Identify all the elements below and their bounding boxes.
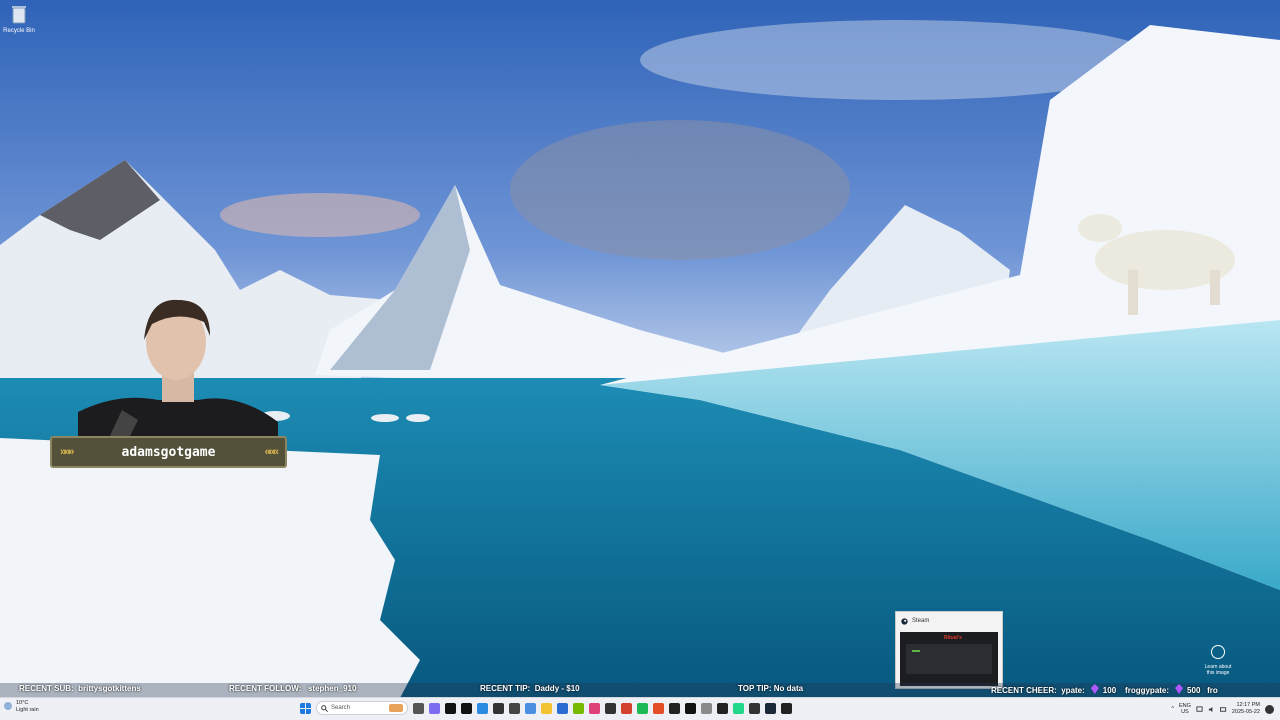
app2-icon[interactable]	[589, 702, 600, 714]
cheer-trailing: fro	[1207, 686, 1218, 695]
chevron-up-icon[interactable]: ^	[1171, 706, 1174, 712]
app5-icon[interactable]	[669, 702, 680, 714]
nvidia-icon[interactable]	[573, 702, 584, 714]
task-view-icon[interactable]	[413, 702, 424, 714]
taskbar-pinned-apps: Search	[300, 701, 792, 715]
recent-tip-value: Daddy - $10	[534, 684, 580, 693]
file-explorer-icon[interactable]	[541, 702, 552, 714]
camera-icon	[1211, 645, 1225, 659]
weather-temp: 10°C	[16, 700, 29, 706]
notification-icon[interactable]	[1265, 704, 1274, 714]
chrome-icon[interactable]	[653, 702, 664, 714]
recent-cheer: RECENT CHEER: ypate: 100 froggypate: 500 f…	[991, 684, 1218, 695]
pycharm-icon[interactable]	[733, 702, 744, 714]
cheer-amount: 100	[1102, 686, 1117, 695]
tiktok-icon[interactable]	[445, 702, 456, 714]
language-bottom: US	[1181, 709, 1189, 715]
webcam-feed	[78, 299, 278, 440]
app-icon[interactable]	[509, 702, 520, 714]
photos-icon[interactable]	[525, 702, 536, 714]
clock-date: 2025-05-22	[1231, 709, 1260, 715]
chevron-left-icon: «««	[264, 446, 279, 458]
app4-icon[interactable]	[621, 702, 632, 714]
chevron-right-icon: »»»	[60, 446, 74, 458]
preview-text: Ritual's	[944, 635, 962, 641]
steam-preview-header: Steam	[896, 612, 1002, 630]
learn-about-line2: this image	[1206, 670, 1230, 676]
recent-follow-label: RECENT FOLLOW:	[229, 684, 302, 693]
taskbar: 10°C Light rain Search ^ ENG US 12:17 PM…	[0, 697, 1280, 720]
streamer-name: adamsgotgame	[121, 444, 216, 460]
language-indicator[interactable]: ENG US	[1179, 703, 1191, 715]
stream-ticker: RECENT SUB: brittysgotkittens RECENT FOL…	[0, 683, 1280, 697]
recent-tip: RECENT TIP: Daddy - $10	[480, 684, 580, 693]
spotify-icon[interactable]	[637, 702, 648, 714]
edge-icon[interactable]	[477, 702, 488, 714]
top-tip-label: TOP TIP:	[738, 684, 772, 693]
search-placeholder: Search	[331, 705, 351, 711]
recent-tip-label: RECENT TIP:	[480, 684, 531, 693]
weather-widget[interactable]: 10°C Light rain	[4, 700, 39, 714]
app8-icon[interactable]	[717, 702, 728, 714]
search-icon	[321, 704, 328, 712]
volume-icon[interactable]	[1208, 706, 1215, 713]
obs-icon[interactable]	[493, 702, 504, 714]
recent-sub: RECENT SUB: brittysgotkittens	[19, 684, 141, 693]
start-windows-icon[interactable]	[300, 702, 311, 714]
copilot-icon[interactable]	[429, 702, 440, 714]
steam-preview-title: Steam	[912, 618, 930, 624]
recent-sub-label: RECENT SUB:	[19, 684, 74, 693]
search-highlight-icon	[389, 704, 403, 712]
system-tray: ^ ENG US 12:17 PM 2025-05-22	[1171, 699, 1274, 719]
clock[interactable]: 12:17 PM 2025-05-22	[1232, 702, 1260, 716]
desktop-icon-label: Recycle Bin	[3, 28, 35, 34]
taskbar-search[interactable]: Search	[316, 701, 408, 715]
clock-time: 12:17 PM	[1236, 702, 1260, 708]
learn-about-image[interactable]: Learn about this image	[1196, 645, 1240, 676]
top-tip-value: No data	[773, 684, 804, 693]
recent-cheer-label: RECENT CHEER:	[991, 686, 1057, 695]
recent-follow: RECENT FOLLOW: stephen_910	[229, 684, 356, 693]
app9-icon[interactable]	[749, 702, 760, 714]
steam-preview-thumbnail: Ritual's	[900, 632, 998, 686]
weather-desc: Light rain	[16, 707, 39, 713]
steam-taskbar-preview[interactable]: Steam Ritual's	[895, 611, 1003, 689]
app6-icon[interactable]	[685, 702, 696, 714]
cheer-user: froggypate:	[1125, 686, 1170, 695]
network-icon[interactable]	[1196, 705, 1203, 713]
steam-icon	[901, 617, 908, 625]
terminal-icon[interactable]	[781, 702, 792, 714]
store-icon[interactable]	[557, 702, 568, 714]
cheer-user: ypate:	[1061, 686, 1085, 695]
bits-gem-icon	[1175, 684, 1184, 694]
top-tip: TOP TIP: No data	[738, 684, 803, 693]
battery-icon[interactable]	[1219, 706, 1227, 713]
cheer-amount: 500	[1187, 686, 1201, 695]
tiktok-2-icon[interactable]	[461, 702, 472, 714]
app7-icon[interactable]	[701, 702, 712, 714]
recent-sub-value: brittysgotkittens	[78, 684, 141, 693]
app3-icon[interactable]	[605, 702, 616, 714]
steam-icon[interactable]	[765, 702, 776, 714]
rain-cloud-icon	[4, 702, 12, 710]
recent-follow-value: stephen_910	[307, 684, 357, 693]
desktop-icon-recycle-bin[interactable]: Recycle Bin	[2, 4, 36, 34]
bits-gem-icon	[1090, 684, 1099, 694]
streamer-nameplate: »»» adamsgotgame «««	[50, 436, 287, 468]
recycle-bin-icon	[12, 6, 26, 24]
